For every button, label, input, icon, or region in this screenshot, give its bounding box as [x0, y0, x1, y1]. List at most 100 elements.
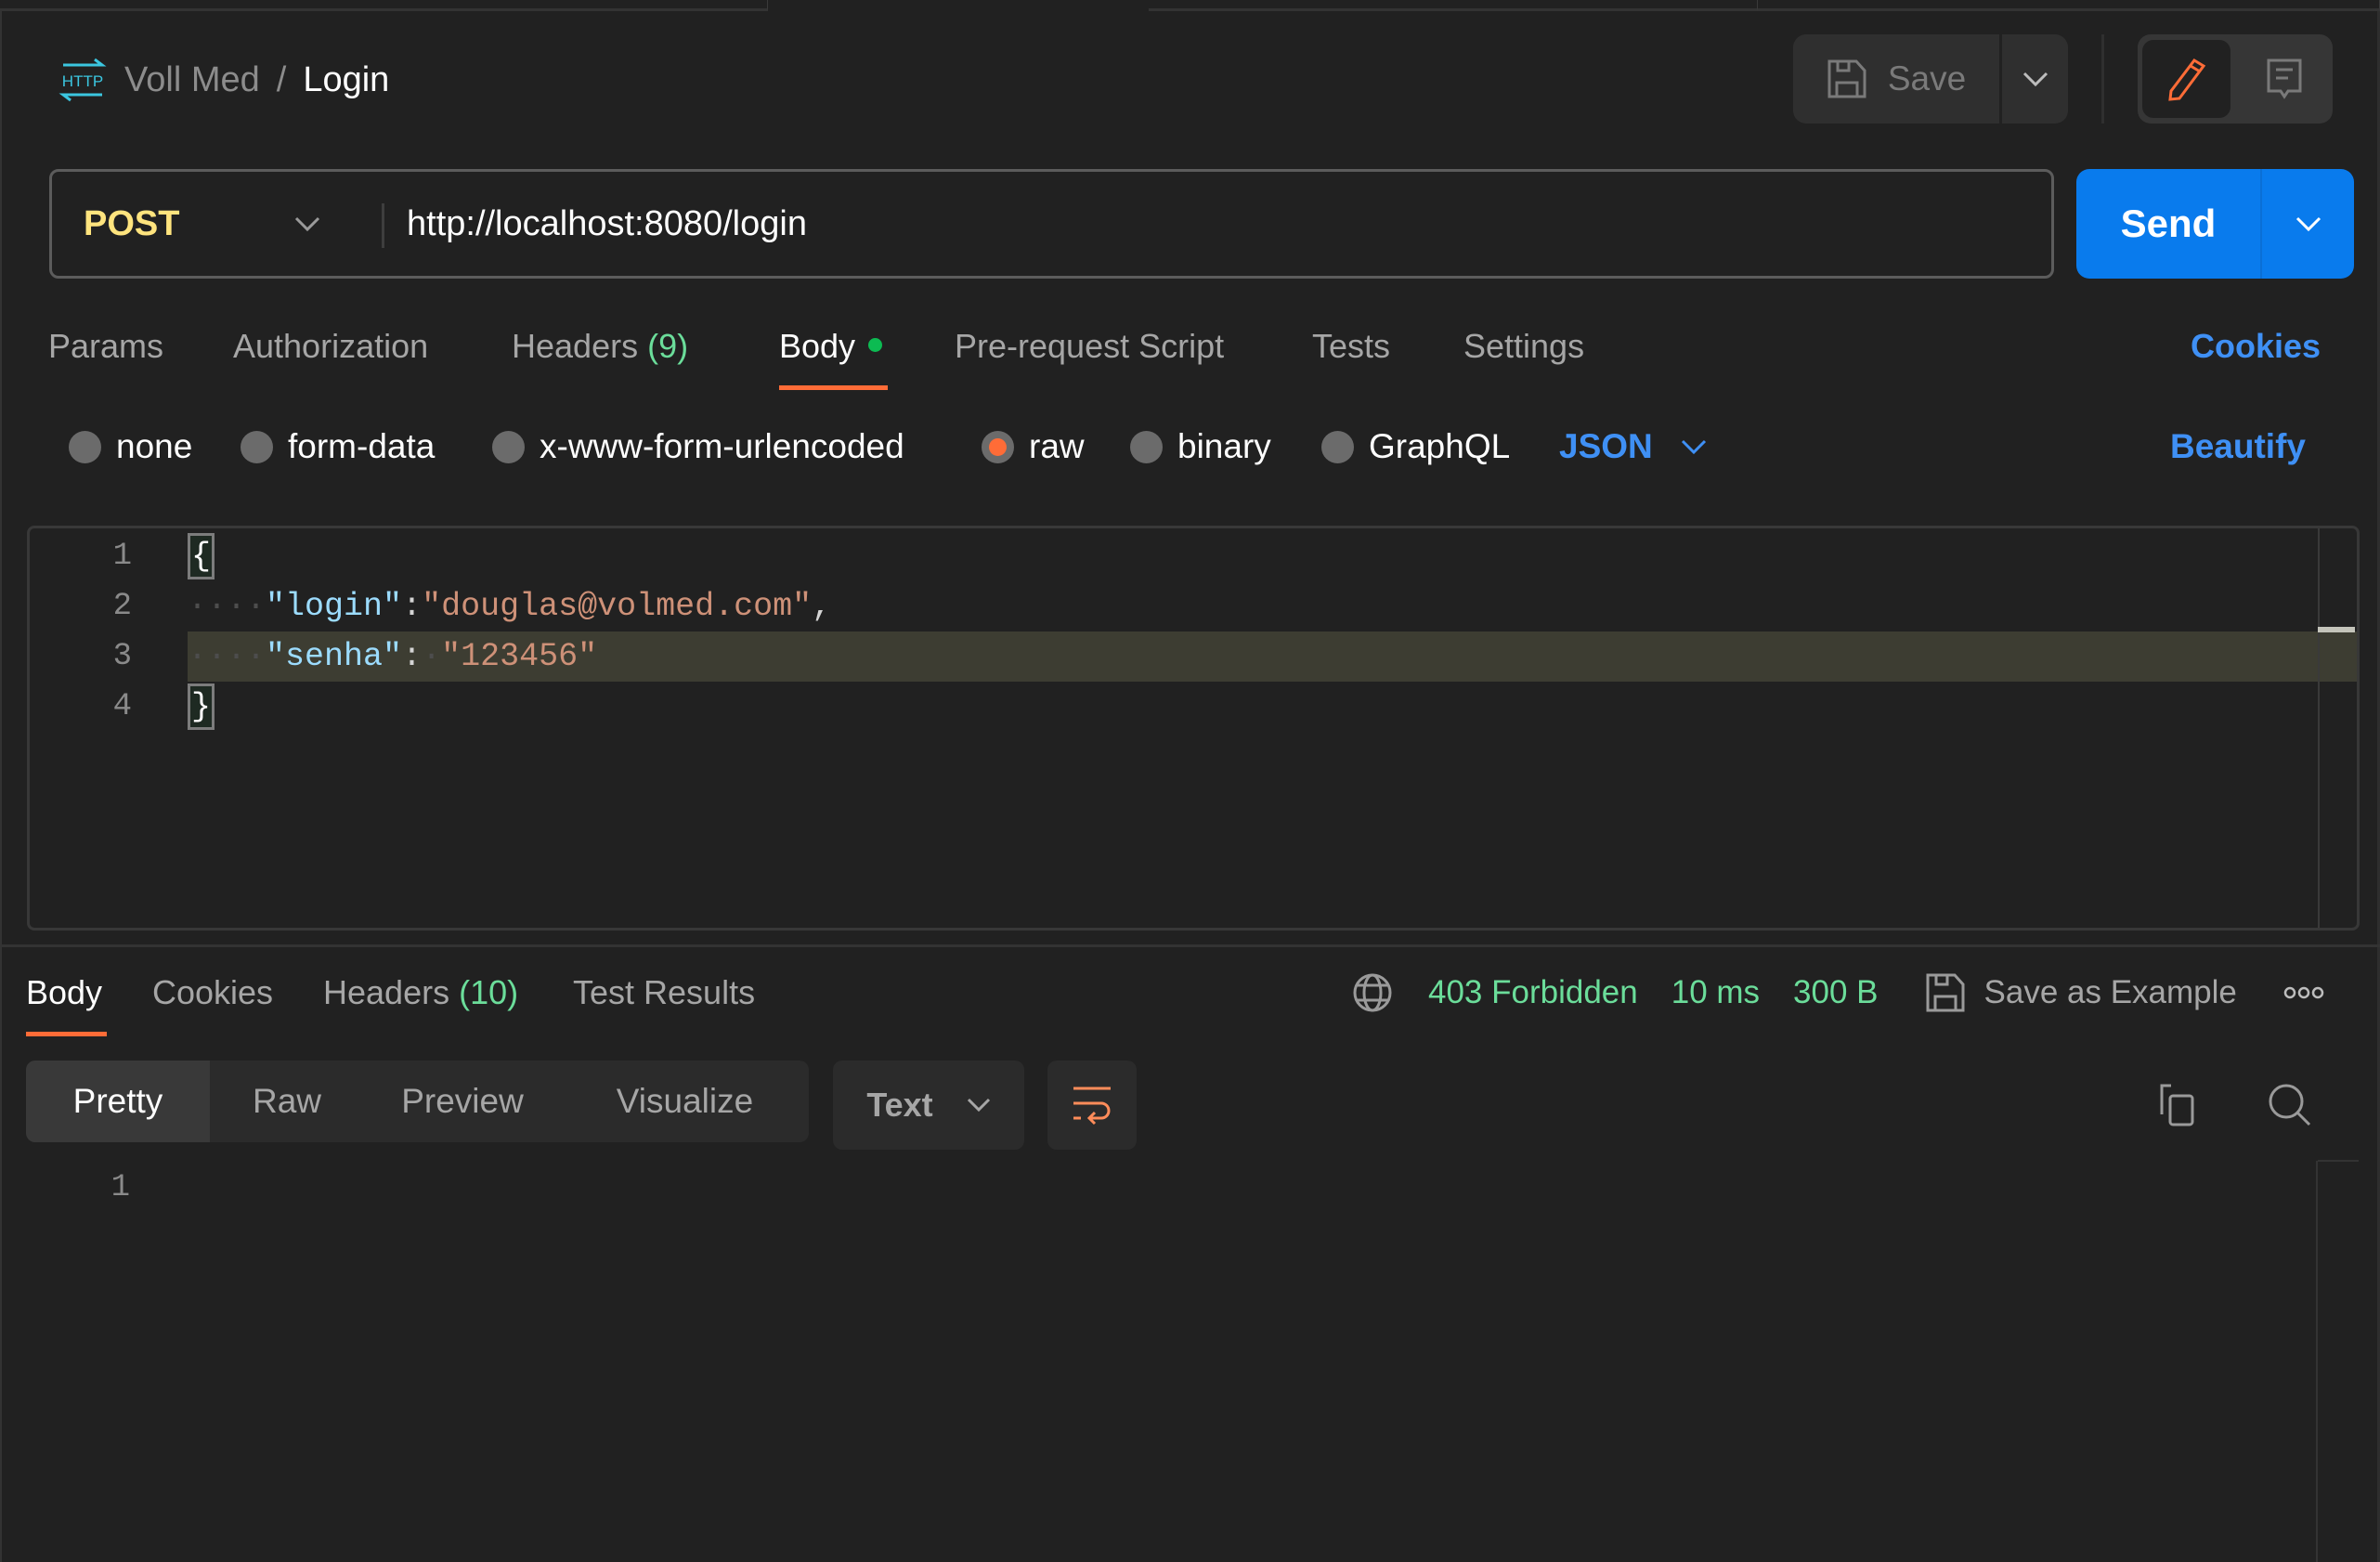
chevron-down-icon [1681, 439, 1706, 455]
response-size[interactable]: 300 B [1793, 974, 1878, 1011]
response-tab-test-results[interactable]: Test Results [573, 970, 755, 1016]
view-pretty-button[interactable]: Pretty [26, 1061, 210, 1142]
radio-circle[interactable] [492, 430, 525, 463]
code-line-current[interactable]: ····"senha":·"123456" [188, 631, 2357, 682]
edit-mode-button[interactable] [2142, 40, 2230, 118]
radio-none[interactable]: none [69, 423, 192, 470]
tab-tests[interactable]: Tests [1312, 323, 1390, 370]
search-icon [2269, 1084, 2311, 1126]
window-tab[interactable] [1149, 0, 1758, 11]
wrap-lines-icon [1073, 1087, 1111, 1126]
tab-headers[interactable]: Headers (9) [512, 323, 688, 370]
json-colon: : [402, 588, 423, 625]
response-tab-cookies[interactable]: Cookies [152, 970, 273, 1016]
minimap-cursor-marker[interactable] [2318, 627, 2355, 632]
radio-circle-selected[interactable] [982, 430, 1014, 463]
comment-doc-icon [2267, 59, 2301, 99]
svg-text:HTTP: HTTP [62, 72, 103, 90]
tab-settings[interactable]: Settings [1463, 323, 1584, 370]
tab-params[interactable]: Params [48, 323, 163, 370]
chevron-down-icon[interactable] [293, 205, 321, 242]
beautify-button[interactable]: Beautify [2170, 423, 2306, 470]
json-value: "douglas@volmed.com" [422, 588, 813, 625]
view-raw-button[interactable]: Raw [210, 1061, 364, 1142]
save-group: Save [1793, 34, 2068, 124]
save-options-button[interactable] [2002, 34, 2068, 124]
radio-label: none [116, 427, 193, 465]
radio-label: x-www-form-urlencoded [540, 427, 904, 465]
send-button-group: Send [2076, 169, 2354, 279]
pane-divider[interactable] [0, 944, 2380, 947]
minimap-divider [2316, 1161, 2318, 1562]
breadcrumb-request-name[interactable]: Login [303, 60, 389, 100]
radio-binary[interactable]: binary [1130, 423, 1271, 470]
line-number: 3 [112, 639, 132, 674]
radio-label: GraphQL [1369, 427, 1511, 465]
code-line[interactable]: } [188, 682, 2357, 732]
url-input[interactable] [407, 172, 1985, 276]
tab-label: Params [48, 327, 164, 365]
code-line[interactable]: { [188, 531, 2357, 581]
response-view-mode: Pretty Raw Preview Visualize [26, 1061, 809, 1142]
indent-whitespace: ···· [188, 638, 267, 675]
raw-format-select[interactable]: JSON [1559, 423, 1707, 470]
tab-label: Tests [1312, 327, 1391, 365]
radio-raw[interactable]: raw [982, 423, 1085, 470]
indent-whitespace: ···· [188, 588, 267, 625]
radio-graphql[interactable]: GraphQL [1321, 423, 1510, 470]
toolbar-divider [2101, 34, 2104, 124]
radio-label: raw [1029, 427, 1085, 465]
breadcrumb-collection[interactable]: Voll Med [124, 60, 260, 100]
matched-brace: } [188, 683, 215, 730]
method-select[interactable]: POST [84, 172, 179, 276]
search-button[interactable] [2262, 1077, 2318, 1133]
response-format-select[interactable]: Text [833, 1061, 1024, 1150]
tab-label: Authorization [233, 327, 429, 365]
window-tab[interactable] [1758, 0, 2380, 11]
view-preview-button[interactable]: Preview [364, 1061, 561, 1142]
tab-pre-request-script[interactable]: Pre-request Script [955, 323, 1224, 370]
more-horizontal-icon[interactable] [2283, 983, 2324, 1002]
documentation-button[interactable] [2244, 40, 2323, 118]
radio-form-data[interactable]: form-data [241, 423, 435, 470]
save-as-example-button[interactable]: Save as Example [1925, 972, 2237, 1013]
view-visualize-button[interactable]: Visualize [561, 1061, 809, 1142]
tab-label: Headers [323, 973, 450, 1011]
radio-circle[interactable] [69, 430, 101, 463]
request-body-editor[interactable]: 1 2 3 4 { ····"login":"douglas@volmed.co… [27, 526, 2360, 931]
send-button[interactable]: Send [2076, 169, 2262, 279]
wrap-lines-button[interactable] [1047, 1061, 1137, 1150]
line-number: 4 [112, 689, 132, 724]
tab-body[interactable]: Body [779, 323, 883, 370]
save-button[interactable]: Save [1793, 34, 1999, 124]
tab-count: (10) [459, 973, 519, 1011]
radio-circle[interactable] [1130, 430, 1163, 463]
radio-x-www-form-urlencoded[interactable]: x-www-form-urlencoded [492, 423, 904, 470]
globe-icon[interactable] [1352, 972, 1393, 1013]
chevron-down-icon [2295, 216, 2321, 232]
cookies-link[interactable]: Cookies [2191, 323, 2321, 370]
tab-count: (9) [647, 327, 689, 365]
response-tab-headers[interactable]: Headers (10) [323, 970, 518, 1016]
active-tab-indicator [779, 385, 888, 390]
send-options-button[interactable] [2262, 169, 2354, 279]
tab-authorization[interactable]: Authorization [233, 323, 428, 370]
json-colon: : [402, 638, 423, 675]
chevron-down-icon [967, 1098, 990, 1113]
radio-circle[interactable] [241, 430, 273, 463]
response-time[interactable]: 10 ms [1671, 974, 1760, 1011]
radio-circle[interactable] [1321, 430, 1354, 463]
radio-label: form-data [288, 427, 436, 465]
code-line[interactable]: ····"login":"douglas@volmed.com", [188, 581, 2357, 631]
status-code[interactable]: 403 Forbidden [1428, 974, 1638, 1011]
response-format-label: Text [866, 1086, 933, 1124]
json-key: "login" [266, 588, 403, 625]
response-tab-body[interactable]: Body [26, 970, 102, 1016]
window-tab[interactable] [0, 0, 768, 11]
copy-button[interactable] [2152, 1077, 2204, 1133]
json-key: "senha" [266, 638, 403, 675]
raw-format-label: JSON [1559, 427, 1653, 465]
pencil-icon [2167, 59, 2205, 101]
http-icon: HTTP [59, 58, 107, 102]
save-label: Save [1887, 59, 1967, 98]
